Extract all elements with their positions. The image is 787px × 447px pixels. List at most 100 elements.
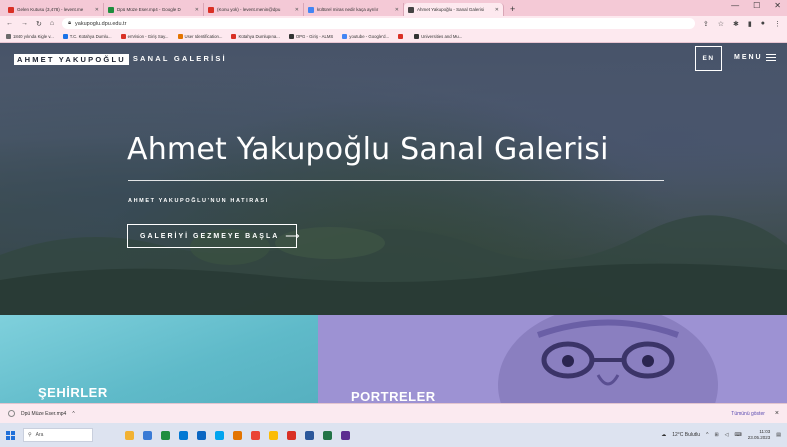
word-icon[interactable]: [305, 430, 314, 440]
task-view-icon[interactable]: [143, 430, 152, 440]
kebab-menu-icon[interactable]: ⋮: [774, 20, 781, 28]
checkmark-icon: [120, 34, 126, 39]
close-icon[interactable]: ×: [775, 410, 779, 417]
clock[interactable]: 11:03 23.05.2023: [748, 429, 771, 441]
bookmark-item[interactable]: enVision - Giriş Say...: [120, 34, 169, 39]
sidebar-icon[interactable]: ▮: [748, 20, 752, 28]
network-icon[interactable]: ⊞: [714, 432, 718, 438]
weather-text[interactable]: 12°C Bulutlu: [672, 432, 700, 438]
chevron-up-icon[interactable]: ^: [72, 411, 74, 417]
category-card-portraits[interactable]: PORTRELER: [318, 315, 787, 403]
browser-tab-strip: Gelen Kutusu (3,478) - levent.me ✕ Dpü M…: [0, 0, 787, 16]
bookmark-item[interactable]: youtube - Google'd...: [342, 34, 389, 39]
bookmark-item[interactable]: T.C. Kütahya Dumlu...: [62, 34, 112, 39]
pinned-apps: [125, 430, 350, 440]
taskbar-search[interactable]: ⚲ Ara: [23, 428, 93, 442]
tab-title: Ahmet Yakupoğlu - Sanal Galerisi: [417, 7, 485, 12]
hamburger-icon: [765, 54, 776, 61]
app-icon[interactable]: [161, 430, 170, 440]
bookmark-star-icon[interactable]: ☆: [718, 20, 724, 28]
reload-icon[interactable]: ↻: [36, 20, 42, 28]
browser-tab-active[interactable]: Ahmet Yakupoğlu - Sanal Galerisi ✕: [404, 3, 504, 16]
profile-avatar-icon[interactable]: ●: [761, 20, 765, 28]
minimize-icon[interactable]: —: [731, 1, 739, 10]
hero-overlay: [0, 43, 787, 315]
language-button[interactable]: EN: [695, 46, 722, 71]
widgets-icon[interactable]: [125, 430, 134, 440]
site-favicon-icon: [408, 6, 414, 13]
logo-name: AHMET YAKUPOĞLU: [14, 54, 129, 65]
bookmarks-bar: 1840 yılında Kigle v... T.C. Kütahya Dum…: [0, 31, 787, 43]
windows-start-icon[interactable]: [6, 430, 15, 440]
bookmark-item[interactable]: Universities and Mu...: [414, 34, 462, 39]
lock-icon: 🔒︎: [68, 20, 72, 26]
browser-tab[interactable]: kültürel miras nedir kaça ayrılır ✕: [304, 3, 404, 16]
volume-icon[interactable]: ◁: [725, 432, 729, 438]
bookmark-favicon-icon: [288, 34, 294, 39]
close-window-icon[interactable]: ✕: [774, 1, 781, 10]
google-icon: [342, 34, 348, 39]
close-tab-icon[interactable]: ✕: [95, 7, 99, 13]
maximize-icon[interactable]: ☐: [753, 1, 760, 10]
app-icon[interactable]: [197, 430, 206, 440]
bookmark-item[interactable]: 1840 yılında Kigle v...: [6, 34, 54, 39]
category-title: PORTRELER: [351, 389, 436, 403]
download-filename: Dpü Müze Eser.mp4: [21, 410, 67, 417]
portrait-image: [498, 315, 718, 403]
chrome-icon[interactable]: [251, 430, 260, 440]
back-icon[interactable]: ←: [6, 20, 13, 27]
search-icon: ⚲: [28, 432, 32, 438]
edge-icon[interactable]: [179, 430, 188, 440]
media-player-icon[interactable]: [341, 430, 350, 440]
notifications-icon[interactable]: ▤: [776, 432, 781, 438]
tab-title: Dpü Müze Eser.mp4 - Google D: [117, 7, 181, 12]
site-logo[interactable]: AHMET YAKUPOĞLU SANAL GALERİSİ: [14, 54, 227, 65]
close-tab-icon[interactable]: ✕: [495, 7, 499, 13]
url-bar[interactable]: 🔒︎ yakupoglu.dpu.edu.tr: [62, 18, 695, 29]
menu-button[interactable]: MENU: [734, 54, 776, 61]
gmail-icon: [208, 6, 214, 13]
page-subtitle: AHMET YAKUPOĞLU'NUN HATIRASI: [128, 198, 269, 204]
weather-icon[interactable]: ☁: [661, 432, 666, 438]
search-placeholder: Ara: [35, 432, 44, 438]
forward-icon[interactable]: →: [21, 20, 28, 27]
start-tour-button[interactable]: GALERİYİ GEZMEYE BAŞLA ⟶: [127, 224, 300, 248]
download-item[interactable]: Dpü Müze Eser.mp4 ^: [8, 410, 75, 417]
home-icon[interactable]: ⌂: [50, 20, 54, 27]
browser-tab[interactable]: Gelen Kutusu (3,478) - levent.me ✕: [4, 3, 104, 16]
close-tab-icon[interactable]: ✕: [195, 7, 199, 13]
bookmark-favicon-icon: [62, 34, 68, 39]
tab-title: (Konu yok) - levent.menin@dpu: [217, 7, 281, 12]
gmail-icon: [8, 6, 14, 13]
close-tab-icon[interactable]: ✕: [395, 7, 399, 13]
keyboard-icon[interactable]: ⌨: [735, 432, 742, 438]
app-icon[interactable]: [287, 430, 296, 440]
url-text: yakupoglu.dpu.edu.tr: [75, 20, 127, 27]
app-icon[interactable]: [269, 430, 278, 440]
close-tab-icon[interactable]: ✕: [295, 7, 299, 13]
windows-taskbar: ⚲ Ara ☁ 12°C Bulutlu ^ ⊞ ◁ ⌨ 11:03 23.05…: [0, 423, 787, 447]
browser-tab[interactable]: Dpü Müze Eser.mp4 - Google D ✕: [104, 3, 204, 16]
download-bar: Dpü Müze Eser.mp4 ^ Tümünü göster ×: [0, 403, 787, 423]
browser-tab[interactable]: (Konu yok) - levent.menin@dpu ✕: [204, 3, 304, 16]
bookmark-item[interactable]: Kütahya Dumlupına...: [231, 34, 280, 39]
bookmark-item[interactable]: OPG - Giriş - ALMS: [288, 34, 333, 39]
bookmark-favicon-icon: [6, 34, 11, 39]
page-title: Ahmet Yakupoğlu Sanal Galerisi: [127, 132, 609, 167]
chevron-up-icon[interactable]: ^: [706, 432, 708, 438]
category-title: ŞEHİRLER: [38, 385, 108, 400]
app-icon[interactable]: [233, 430, 242, 440]
store-icon[interactable]: [215, 430, 224, 440]
bookmark-item[interactable]: User Identification...: [177, 34, 222, 39]
excel-icon[interactable]: [323, 430, 332, 440]
show-all-downloads-link[interactable]: Tümünü göster: [731, 411, 765, 417]
gmail-icon: [231, 34, 237, 39]
google-icon: [308, 6, 314, 13]
share-icon[interactable]: ⇪: [703, 20, 709, 28]
tab-title: Gelen Kutusu (3,478) - levent.me: [17, 7, 84, 12]
bookmark-favicon-icon: [177, 34, 183, 39]
extensions-icon[interactable]: ✱: [733, 20, 739, 28]
category-card-cities[interactable]: ŞEHİRLER: [0, 315, 318, 403]
new-tab-button[interactable]: +: [504, 3, 521, 16]
bookmark-item[interactable]: [398, 34, 405, 39]
